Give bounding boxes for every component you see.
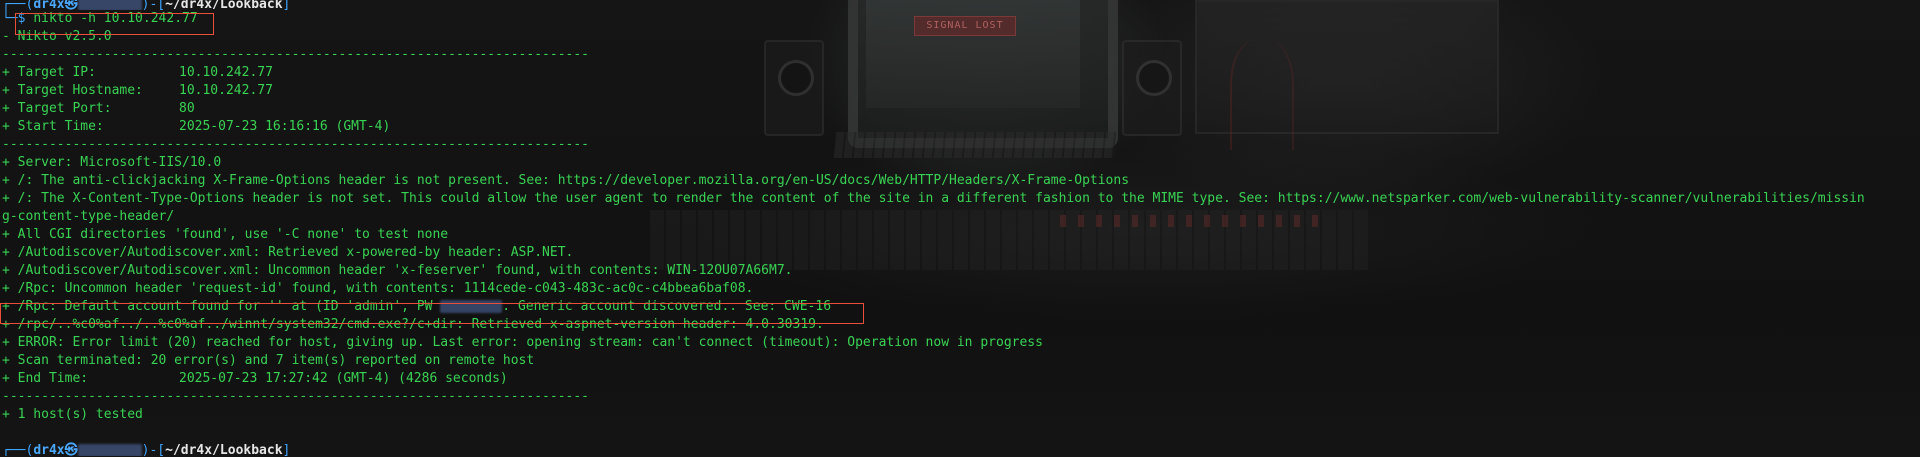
scan-terminated-line: + Scan terminated: 20 error(s) and 7 ite… (2, 353, 535, 368)
rpc-request-id-line: + /Rpc: Uncommon header 'request-id' fou… (2, 281, 754, 296)
terminal-output[interactable]: ┌──(dr4x㉿)-[~/dr4x/Lookback] └─$ nikto -… (0, 0, 1920, 456)
separator: ----------------------------------------… (2, 47, 589, 62)
autodiscover-feserver-line: + /Autodiscover/Autodiscover.xml: Uncomm… (2, 263, 793, 278)
target-hostname-value: 10.10.242.77 (179, 83, 273, 98)
aspnet-version-line: + /rpc/..%c0%af../..%c0%af../winnt/syste… (2, 317, 824, 332)
rpc-default-account-text: + /Rpc: Default account found for '' at … (2, 299, 433, 314)
command-line[interactable]: └─$ nikto -h 10.10.242.77 (0, 10, 1920, 28)
target-ip-label: + Target IP: (2, 65, 96, 80)
autodiscover-powered-by-line: + /Autodiscover/Autodiscover.xml: Retrie… (2, 245, 574, 260)
xcontent-line-wrap: g-content-type-header/ (2, 209, 175, 224)
separator: ----------------------------------------… (2, 137, 589, 152)
end-time-value: 2025-07-23 17:27:42 (GMT-4) (4286 second… (179, 371, 508, 386)
start-time-row: + Start Time: 2025-07-23 16:16:16 (GMT-4) (0, 118, 1920, 136)
nikto-version: - Nikto v2.5.0 (2, 29, 112, 44)
hosts-tested-line: + 1 host(s) tested (2, 407, 143, 422)
target-port-value: 80 (179, 101, 195, 116)
prompt-path: ~/dr4x/Lookback (165, 443, 283, 456)
prompt-header-bottom: ┌──(dr4x㉿)-[~/dr4x/Lookback] (2, 443, 291, 456)
target-hostname-row: + Target Hostname: 10.10.242.77 (0, 82, 1920, 100)
start-time-value: 2025-07-23 16:16:16 (GMT-4) (179, 119, 391, 134)
target-hostname-label: + Target Hostname: (2, 83, 143, 98)
target-port-row: + Target Port: 80 (0, 100, 1920, 118)
end-time-label: + End Time: (2, 371, 89, 386)
prompt-user: dr4x (33, 0, 65, 10)
server-line: + Server: Microsoft-IIS/10.0 (2, 155, 222, 170)
prompt-user: dr4x (33, 443, 65, 456)
start-time-label: + Start Time: (2, 119, 104, 134)
cgi-line: + All CGI directories 'found', use '-C n… (2, 227, 449, 242)
password-redacted (440, 300, 503, 313)
end-time-row: + End Time: 2025-07-23 17:27:42 (GMT-4) (… (0, 370, 1920, 388)
target-ip-row: + Target IP: 10.10.242.77 (0, 64, 1920, 82)
error-line: + ERROR: Error limit (20) reached for ho… (2, 335, 1043, 350)
prompt-header-top: ┌──(dr4x㉿)-[~/dr4x/Lookback] (0, 0, 1920, 10)
xframe-line: + /: The anti-clickjacking X-Frame-Optio… (2, 173, 1130, 188)
xcontent-line: + /: The X-Content-Type-Options header i… (2, 191, 1865, 206)
terminal-window[interactable]: SIGNAL LOST ┌──(dr4x㉿)-[~/dr4x/Lookback]… (0, 0, 1920, 457)
separator: ----------------------------------------… (2, 389, 589, 404)
prompt-path: ~/dr4x/Lookback (165, 0, 283, 10)
rpc-default-account-tail: . Generic account discovered.. See: CWE-… (502, 299, 832, 314)
prompt-host-redacted (77, 0, 142, 10)
rpc-default-account-line: + /Rpc: Default account found for '' at … (0, 298, 1920, 316)
command-text[interactable]: nikto -h 10.10.242.77 (33, 11, 197, 26)
target-port-label: + Target Port: (2, 101, 112, 116)
target-ip-value: 10.10.242.77 (179, 65, 273, 80)
prompt-host-redacted (77, 444, 142, 456)
